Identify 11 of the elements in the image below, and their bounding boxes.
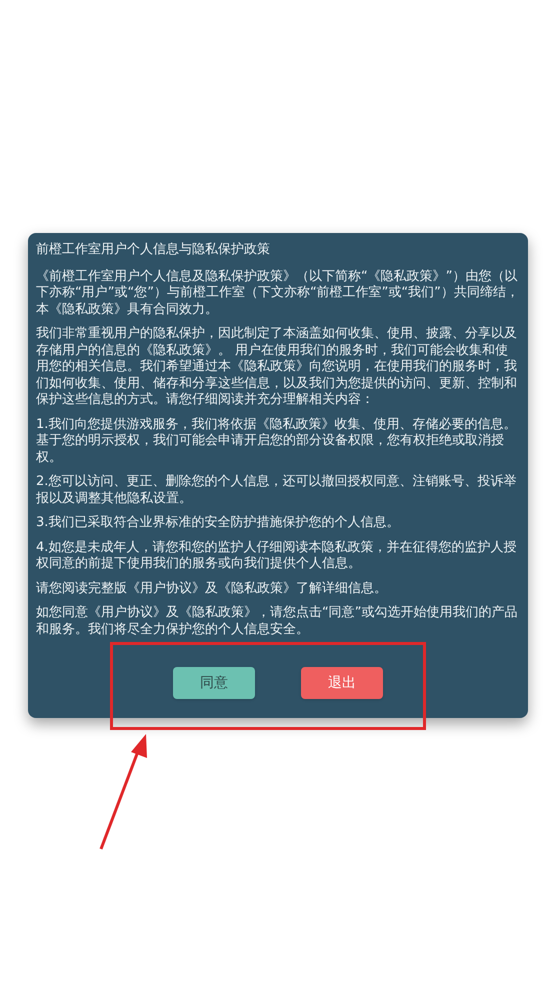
policy-paragraph: 4.如您是未成年人，请您和您的监护人仔细阅读本隐私政策，并在征得您的监护人授权同意的前提下使用我们的服务或向我们提供个人信息。 bbox=[36, 540, 518, 572]
policy-paragraph: 1.我们向您提供游戏服务，我们将依据《隐私政策》收集、使用、存储必要的信息。基于您的明示授权，我们可能会申请开启您的部分设备权限，您有权拒绝或取消授权。 bbox=[36, 416, 518, 466]
policy-paragraph: 3.我们已采取符合业界标准的安全防护措施保护您的个人信息。 bbox=[36, 515, 400, 532]
dialog-title: 前橙工作室用户个人信息与隐私保护政策 bbox=[36, 242, 271, 258]
exit-button[interactable]: 退出 bbox=[301, 667, 383, 699]
agree-button[interactable]: 同意 bbox=[173, 667, 255, 699]
policy-paragraph: 请您阅读完整版《用户协议》及《隐私政策》了解详细信息。 bbox=[36, 580, 388, 597]
policy-paragraph: 2.您可以访问、更正、删除您的个人信息，还可以撤回授权同意、注销账号、投诉举报以及调整其他隐私设置。 bbox=[36, 474, 518, 507]
policy-paragraph: 我们非常重视用户的隐私保护，因此制定了本涵盖如何收集、使用、披露、分享以及存储用户的信息的《隐私政策》。 用户在使用我们的服务时，我们可能会收集和使用您的相关信息。我们希望通过本《隐私政策》向您说明，在使用我们的服务时，我们如何收集、使用、储存和分享这些信息，以及我们为您提供的访问、更新、控制和保护这些信息的方式。请您仔细阅读并充分理解相关内容： bbox=[36, 326, 518, 408]
policy-paragraph: 《前橙工作室用户个人信息及隐私保护政策》（以下简称“《隐私政策》”）由您（以下亦称“用户”或“您”）与前橙工作室（下文亦称“前橙工作室”或“我们”）共同缔结，本《隐私政策》具有合同效力。 bbox=[36, 268, 520, 318]
policy-paragraph: 如您同意《用户协议》及《隐私政策》，请您点击“同意”或勾选开始使用我们的产品和服务。我们将尽全力保护您的个人信息安全。 bbox=[36, 605, 518, 638]
